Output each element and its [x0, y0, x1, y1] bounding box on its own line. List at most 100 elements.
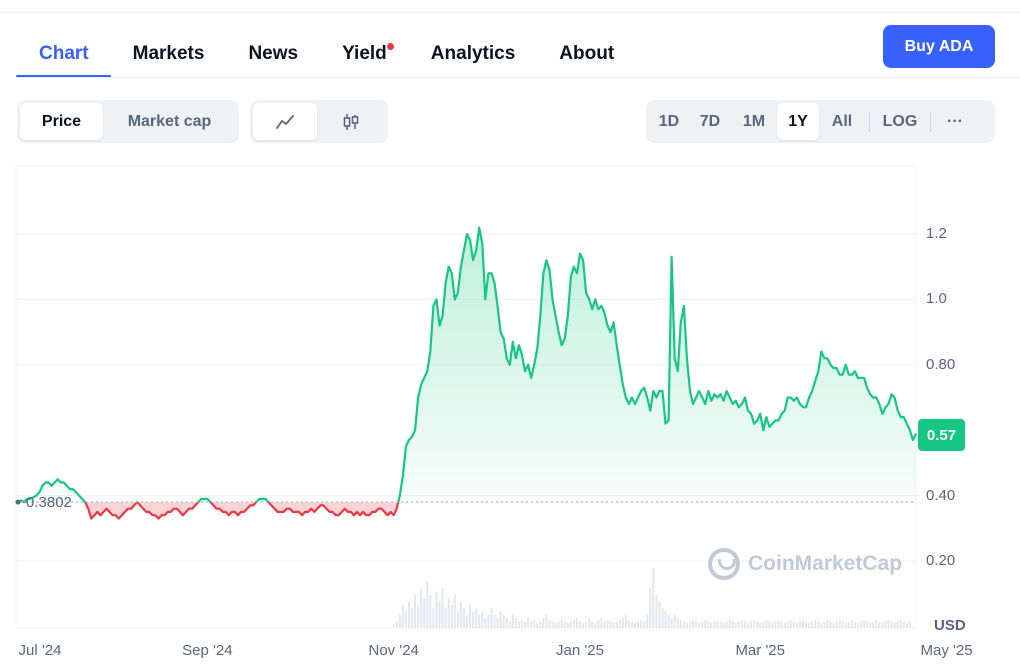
- volume-bar: [505, 618, 508, 628]
- range-1y[interactable]: 1Y: [777, 103, 819, 140]
- line-chart-button[interactable]: [253, 103, 317, 140]
- volume-bar: [658, 601, 661, 628]
- volume-bar: [701, 621, 704, 628]
- volume-bar: [801, 620, 804, 628]
- market-cap-option[interactable]: Market cap: [103, 103, 236, 140]
- x-tick-label: May '25: [920, 642, 973, 659]
- coinmarketcap-logo-icon: [708, 548, 740, 580]
- x-tick-label: Jan '25: [556, 642, 604, 659]
- volume-bar: [823, 621, 826, 628]
- tab-analytics[interactable]: Analytics: [409, 40, 537, 78]
- y-tick-label: 0.40: [926, 486, 956, 504]
- volume-bar: [508, 621, 511, 628]
- volume-bar: [459, 601, 462, 628]
- range-7d[interactable]: 7D: [689, 103, 731, 140]
- volume-bar: [692, 620, 695, 628]
- volume-bar: [545, 614, 548, 628]
- range-all[interactable]: All: [819, 103, 865, 140]
- volume-bar: [633, 622, 636, 628]
- volume-bar: [600, 618, 603, 628]
- log-scale-button[interactable]: LOG: [874, 103, 926, 140]
- volume-bar: [875, 620, 878, 628]
- tab-label: Yield: [342, 43, 387, 64]
- volume-bar: [884, 621, 887, 628]
- buy-ada-button[interactable]: Buy ADA: [883, 25, 995, 68]
- volume-bar: [438, 601, 441, 628]
- price-option[interactable]: Price: [20, 103, 103, 140]
- current-price-badge: 0.57: [918, 419, 965, 451]
- volume-bar: [820, 622, 823, 628]
- volume-bar: [734, 622, 737, 628]
- volume-bar: [548, 620, 551, 628]
- volume-bar: [777, 620, 780, 628]
- volume-bar: [887, 620, 890, 628]
- more-options-button[interactable]: ···: [935, 103, 975, 140]
- volume-bar: [664, 611, 667, 628]
- volume-bar: [462, 608, 465, 628]
- volume-bar: [841, 621, 844, 628]
- candlestick-icon: [343, 113, 359, 130]
- range-1d[interactable]: 1D: [649, 103, 689, 140]
- volume-bar: [588, 620, 591, 628]
- volume-bar: [640, 620, 643, 628]
- volume-bar: [774, 621, 777, 628]
- volume-bar: [484, 618, 487, 628]
- chart-style-toggle: [250, 100, 388, 143]
- volume-bar: [499, 611, 502, 628]
- volume-bar: [768, 621, 771, 628]
- volume-bar: [621, 618, 624, 628]
- volume-bar: [860, 621, 863, 628]
- volume-bar: [407, 601, 410, 628]
- volume-bar: [469, 604, 472, 628]
- volume-bar: [496, 618, 499, 628]
- volume-bar: [765, 620, 768, 628]
- volume-bar: [655, 594, 658, 628]
- watermark: CoinMarketCap: [708, 548, 902, 580]
- tab-yield[interactable]: Yield: [320, 40, 409, 78]
- metric-toggle: Price Market cap: [17, 100, 239, 143]
- volume-bar: [618, 620, 621, 628]
- volume-bar: [747, 622, 750, 628]
- y-tick-label: 1.0: [926, 290, 947, 308]
- tab-bar: Chart Markets News Yield Analytics About: [16, 40, 636, 78]
- range-1m[interactable]: 1M: [731, 103, 777, 140]
- volume-bar: [753, 620, 756, 628]
- volume-bar: [423, 598, 426, 628]
- tab-label: Markets: [132, 43, 205, 64]
- volume-bar: [725, 621, 728, 628]
- reference-marker: [15, 499, 21, 505]
- volume-bar: [432, 608, 435, 628]
- volume-bar: [615, 621, 618, 628]
- tab-label: Chart: [39, 43, 89, 64]
- volume-bar: [569, 621, 572, 628]
- volume-bar: [606, 620, 609, 628]
- volume-bar: [896, 621, 899, 628]
- volume-bar: [420, 588, 423, 628]
- reference-price-label: 0.3802: [26, 494, 72, 511]
- volume-bar: [786, 621, 789, 628]
- price-area-up: [18, 227, 916, 503]
- tab-about[interactable]: About: [537, 40, 636, 78]
- new-dot-badge: [386, 43, 394, 50]
- volume-bar: [417, 604, 420, 628]
- volume-bar: [466, 614, 468, 628]
- volume-bar: [472, 611, 475, 628]
- volume-bar: [893, 622, 896, 628]
- tab-chart[interactable]: Chart: [16, 40, 111, 78]
- price-chart-svg: [15, 165, 917, 629]
- tab-markets[interactable]: Markets: [111, 40, 227, 78]
- volume-bar: [731, 621, 734, 628]
- volume-bar: [829, 621, 832, 628]
- volume-bar: [863, 620, 866, 628]
- candlestick-button[interactable]: [317, 103, 385, 140]
- x-tick-label: Jul '24: [18, 642, 62, 659]
- volume-bar: [624, 614, 627, 628]
- tab-news[interactable]: News: [226, 40, 320, 78]
- volume-bar: [649, 588, 652, 628]
- top-border: [0, 12, 1020, 13]
- price-chart[interactable]: [0, 160, 1020, 666]
- volume-bar: [850, 620, 853, 628]
- volume-bar: [902, 621, 905, 628]
- volume-bar: [481, 611, 484, 628]
- volume-bar: [579, 621, 582, 628]
